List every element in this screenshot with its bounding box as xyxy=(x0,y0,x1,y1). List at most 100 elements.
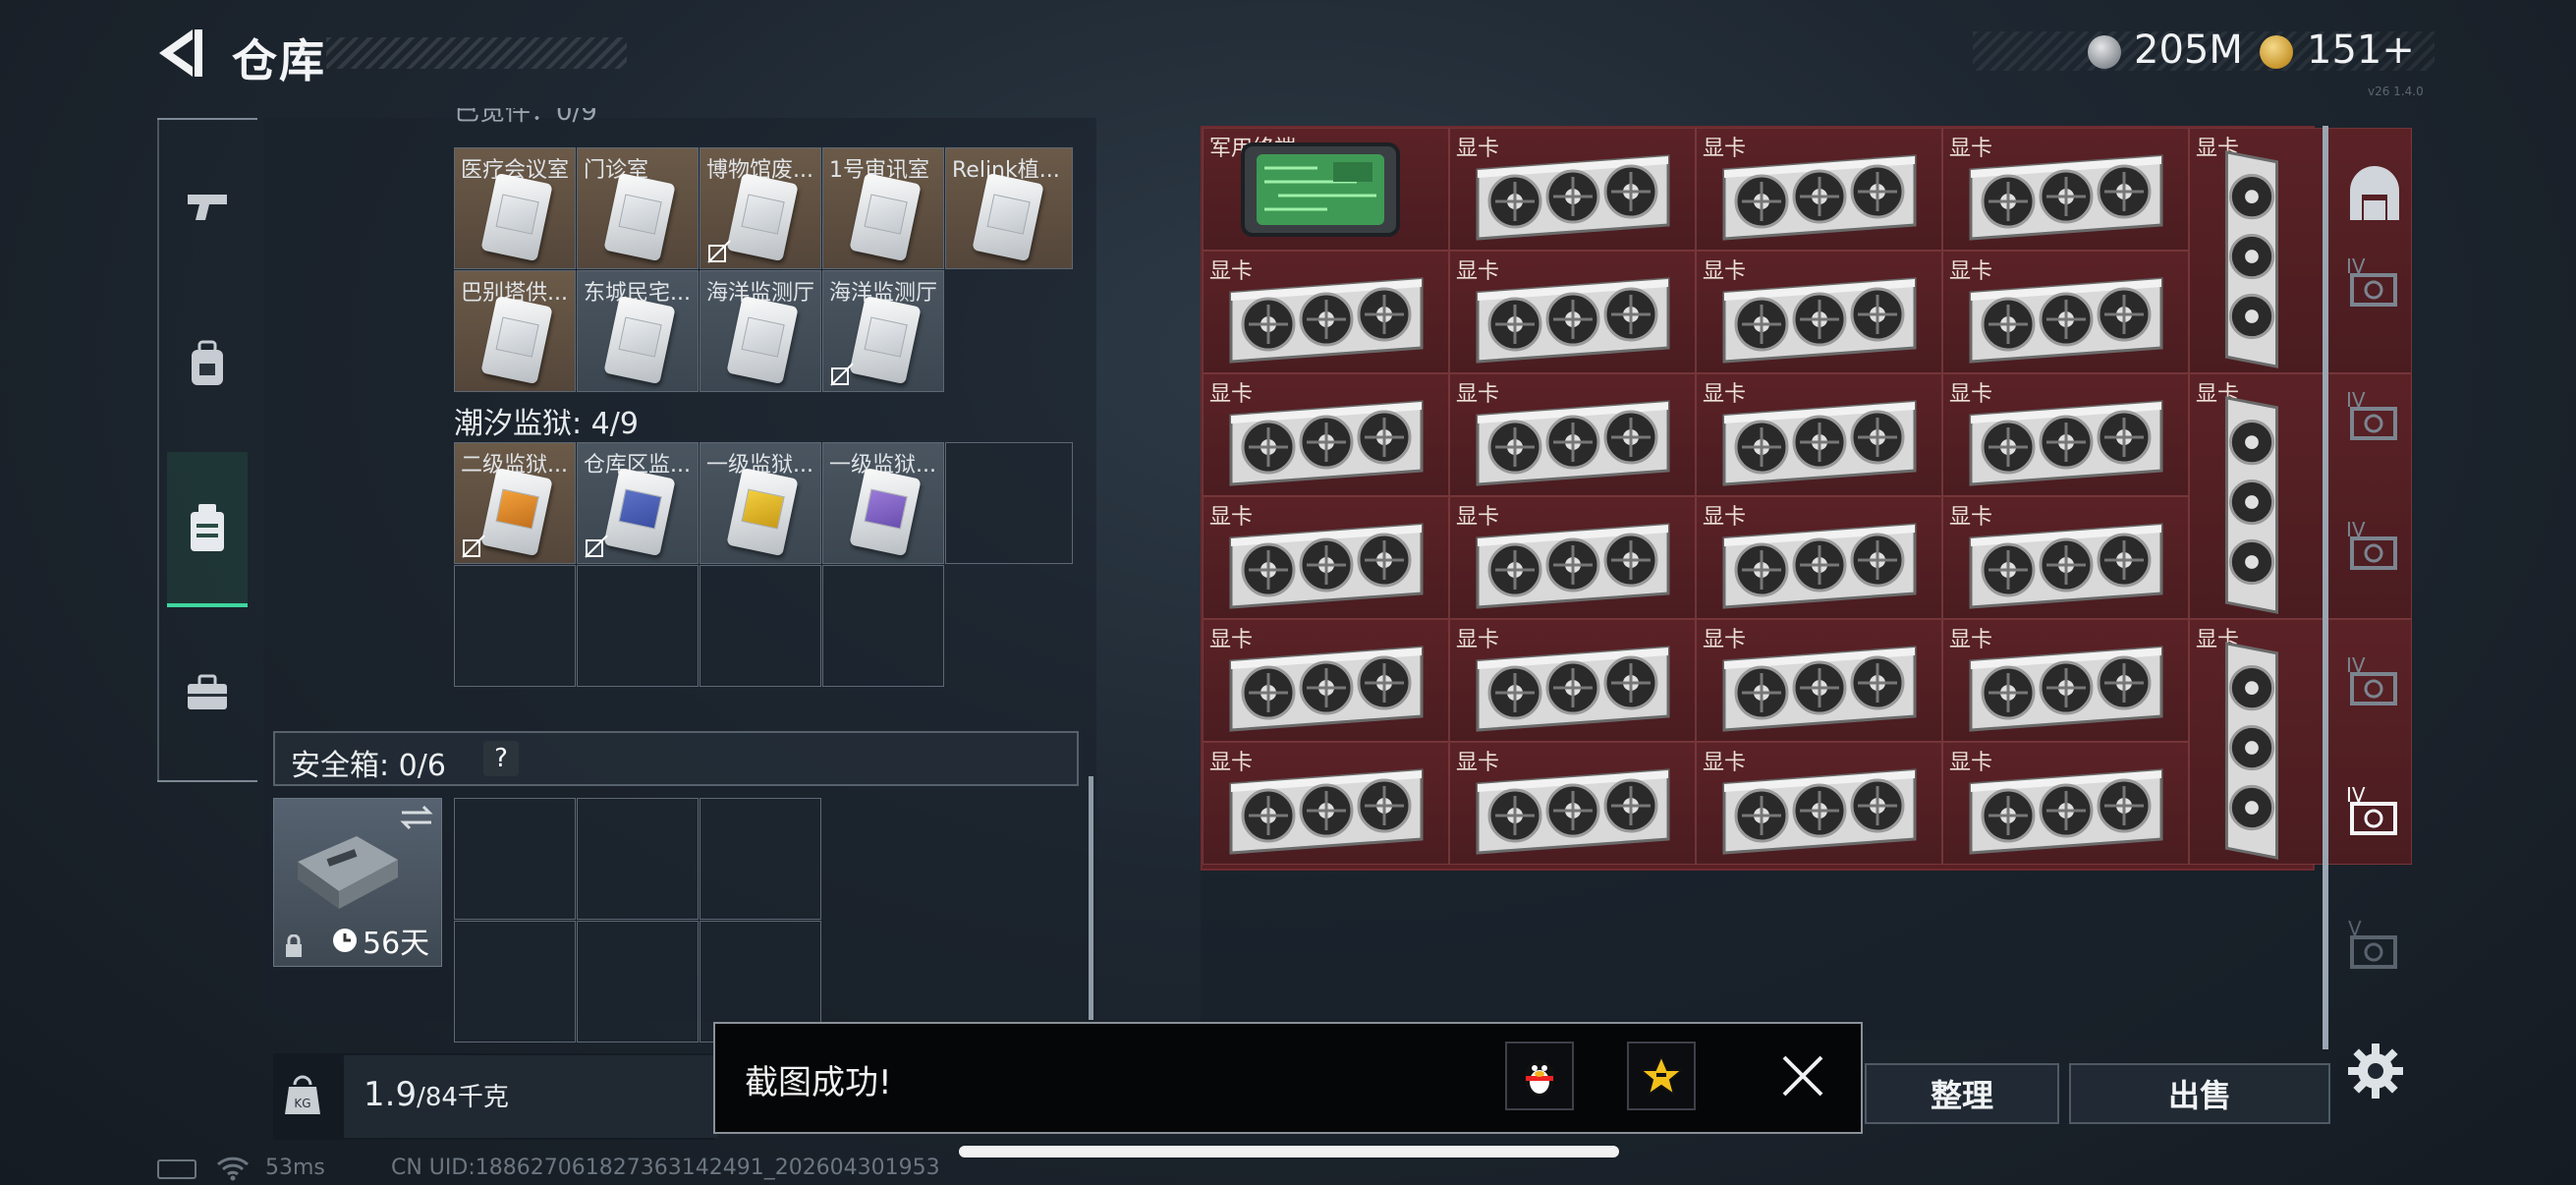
grid-item-graphics-card[interactable]: 显卡 xyxy=(1203,619,1449,742)
empty-slot[interactable] xyxy=(822,565,944,687)
graphics-card-icon xyxy=(1722,523,1917,609)
grid-item-graphics-card[interactable]: 显卡 xyxy=(1696,251,1942,373)
grid-item-graphics-card[interactable]: 显卡 xyxy=(1696,128,1942,251)
safe-slot[interactable] xyxy=(577,798,699,920)
keycard-item xyxy=(726,172,799,262)
safe-slot[interactable] xyxy=(577,921,699,1043)
grid-item-graphics-card[interactable]: 显卡 xyxy=(1449,496,1696,619)
keycard-slot[interactable]: 仓库区监... xyxy=(577,442,699,564)
grid-item-graphics-card[interactable]: 显卡 xyxy=(1696,496,1942,619)
safe-slot[interactable] xyxy=(454,798,576,920)
empty-slot[interactable] xyxy=(945,442,1073,564)
weight-value: 1.9/84千克 xyxy=(364,1075,509,1114)
grid-item-graphics-card[interactable]: 显卡 xyxy=(1449,128,1696,251)
grid-item-graphics-card[interactable]: 显卡 xyxy=(1203,251,1449,373)
keycard-slot[interactable]: Relink植... xyxy=(945,147,1073,269)
category-backpack-button[interactable] xyxy=(167,314,248,413)
safe-case-timer: 56天 xyxy=(331,919,429,962)
category-weapons-button[interactable] xyxy=(167,157,248,255)
safe-case-time: 56天 xyxy=(363,927,430,961)
keycard-item xyxy=(603,467,676,557)
warehouse-grid[interactable]: 军用终端 显卡显卡显卡显卡显卡显卡显卡显卡显卡显卡显卡显卡显卡显卡显卡显卡显卡显… xyxy=(1201,126,2412,871)
page-4-icon[interactable]: IV xyxy=(2342,383,2407,448)
empty-slot[interactable] xyxy=(700,565,821,687)
empty-slot[interactable] xyxy=(577,565,699,687)
keycard-slot[interactable]: 一级监狱... xyxy=(822,442,944,564)
keycard-slot[interactable]: 巴别塔供... xyxy=(454,270,576,392)
grid-item-graphics-card[interactable]: 显卡 xyxy=(1942,128,2189,251)
weight-current: 1.9 xyxy=(364,1075,418,1114)
close-icon[interactable] xyxy=(1778,1051,1827,1100)
uid-text: CN UID:1886270618273631424​91_2026043019… xyxy=(391,1156,940,1180)
swap-icon[interactable] xyxy=(400,805,433,830)
graphics-card-icon xyxy=(1969,768,2163,855)
star-icon xyxy=(1639,1053,1684,1098)
safe-slot[interactable] xyxy=(454,921,576,1043)
grid-item-graphics-card[interactable]: 显卡 xyxy=(1942,619,2189,742)
safe-case-slot[interactable]: 56天 xyxy=(273,798,442,967)
grid-item-graphics-card[interactable]: 显卡 xyxy=(1942,373,2189,496)
grid-item-graphics-card[interactable]: 显卡 xyxy=(1203,496,1449,619)
graphics-card-vertical-icon xyxy=(2224,150,2279,368)
page-4-icon[interactable]: IV xyxy=(2342,513,2407,578)
graphics-card-icon xyxy=(1229,277,1424,364)
keycard-slot[interactable]: 海洋监测厅 xyxy=(822,270,944,392)
keycard-slot[interactable]: 二级监狱... xyxy=(454,442,576,564)
keycard-slot[interactable]: 一级监狱... xyxy=(700,442,821,564)
sell-button[interactable]: 出售 xyxy=(2069,1063,2330,1124)
grid-item-graphics-card[interactable]: 显卡 xyxy=(1449,619,1696,742)
safe-box-title: 安全箱: 0/6 xyxy=(291,749,446,783)
graphics-card-icon xyxy=(1229,646,1424,732)
category-container-button[interactable] xyxy=(167,480,248,578)
weight-total: /84千克 xyxy=(417,1083,509,1112)
currency-gold-value[interactable]: 151+ xyxy=(2307,28,2415,73)
wifi-icon xyxy=(216,1157,250,1181)
page-5-icon[interactable]: V xyxy=(2342,912,2407,977)
keycard-slot[interactable]: 东城民宅... xyxy=(577,270,699,392)
grid-item-graphics-card[interactable]: 显卡 xyxy=(1696,619,1942,742)
grid-item-graphics-card[interactable]: 显卡 xyxy=(1203,742,1449,865)
rail-divider-bottom xyxy=(157,780,257,782)
page-4-icon[interactable]: IV xyxy=(2342,250,2407,314)
keycard-slot[interactable]: 博物馆废... xyxy=(700,147,821,269)
battery-icon xyxy=(157,1159,196,1179)
grid-item-graphics-card[interactable]: 显卡 xyxy=(1203,373,1449,496)
grid-item-graphics-card[interactable]: 显卡 xyxy=(1696,742,1942,865)
grid-item-graphics-card[interactable]: 显卡 xyxy=(1942,742,2189,865)
keycard-slot[interactable]: 海洋监测厅 xyxy=(700,270,821,392)
currency-silver-value[interactable]: 205M xyxy=(2134,28,2243,73)
share-qq-button[interactable] xyxy=(1505,1042,1574,1110)
keycard-slot[interactable]: 医疗会议室 xyxy=(454,147,576,269)
grid-item-graphics-card[interactable]: 显卡 xyxy=(1449,742,1696,865)
toast-message: 截图成功! xyxy=(745,1063,892,1102)
container-icon xyxy=(191,504,224,551)
share-favorite-button[interactable] xyxy=(1627,1042,1696,1110)
back-chevron-icon[interactable] xyxy=(155,28,204,79)
grid-item-graphics-card[interactable]: 显卡 xyxy=(1449,251,1696,373)
home-indicator[interactable] xyxy=(959,1146,1619,1157)
grid-item-graphics-card[interactable]: 显卡 xyxy=(1942,496,2189,619)
graphics-card-vertical-icon xyxy=(2224,396,2279,614)
gear-icon[interactable] xyxy=(2344,1040,2407,1102)
version-label: v26 1.4.0 xyxy=(2368,85,2424,98)
grid-item-graphics-card[interactable]: 显卡 xyxy=(1449,373,1696,496)
sort-button[interactable]: 整理 xyxy=(1865,1063,2059,1124)
home-arch-icon[interactable] xyxy=(2342,165,2407,230)
grid-item-graphics-card[interactable]: 显卡 xyxy=(1942,251,2189,373)
page-4-active-icon[interactable]: IV xyxy=(2342,778,2407,843)
right-scrollbar[interactable] xyxy=(2323,126,2328,1049)
graphics-card-vertical-icon xyxy=(2224,642,2279,860)
left-scrollbar[interactable] xyxy=(1089,776,1093,1020)
graphics-card-icon xyxy=(1476,154,1670,241)
help-icon[interactable]: ? xyxy=(483,741,519,776)
keycard-slot[interactable]: 门诊室 xyxy=(577,147,699,269)
category-toolbox-button[interactable] xyxy=(167,643,248,741)
safe-slot[interactable] xyxy=(700,798,821,920)
keycard-slot[interactable]: 1号审讯室 xyxy=(822,147,944,269)
graphics-card-icon xyxy=(1722,768,1917,855)
empty-slot[interactable] xyxy=(454,565,576,687)
grid-item-terminal[interactable]: 军用终端 xyxy=(1203,128,1449,251)
military-terminal-icon xyxy=(1241,142,1400,237)
page-4-icon[interactable]: IV xyxy=(2342,649,2407,713)
grid-item-graphics-card[interactable]: 显卡 xyxy=(1696,373,1942,496)
